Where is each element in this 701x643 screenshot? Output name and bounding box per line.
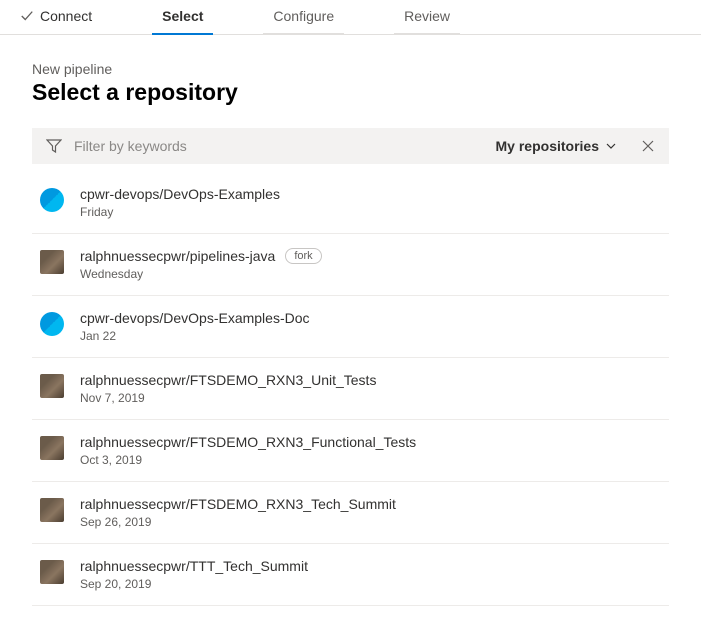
repo-name-row: ralphnuessecpwr/pipelines-java fork: [80, 248, 661, 264]
main-content: New pipeline Select a repository My repo…: [0, 35, 701, 626]
tab-select[interactable]: Select: [162, 0, 203, 34]
page-eyebrow: New pipeline: [32, 61, 669, 77]
repo-info: cpwr-devops/DevOps-Examples Friday: [80, 186, 661, 219]
repo-date: Nov 7, 2019: [80, 391, 661, 405]
tab-review: Review: [404, 0, 450, 34]
user-avatar-icon: [40, 436, 64, 460]
repo-date: Oct 3, 2019: [80, 453, 661, 467]
repo-name: ralphnuessecpwr/TTT_Tech_Summit: [80, 558, 308, 574]
inactive-underline: [263, 33, 344, 36]
repo-item[interactable]: ralphnuessecpwr/pipelines-java fork Wednes…: [32, 234, 669, 296]
fork-badge: fork: [285, 248, 321, 264]
repo-info: ralphnuessecpwr/FTSDEMO_RXN3_Functional_…: [80, 434, 661, 467]
repo-info: ralphnuessecpwr/FTSDEMO_RXN3_Unit_Tests N…: [80, 372, 661, 405]
repo-name: ralphnuessecpwr/FTSDEMO_RXN3_Functional_…: [80, 434, 416, 450]
repo-item[interactable]: cpwr-devops/DevOps-Examples-Doc Jan 22: [32, 296, 669, 358]
filter-icon: [46, 138, 62, 154]
chevron-down-icon: [605, 140, 617, 152]
tab-configure: Configure: [273, 0, 334, 34]
repo-item[interactable]: ralphnuessecpwr/TTT_Tech_Summit Sep 20, 2…: [32, 544, 669, 606]
filter-bar: My repositories: [32, 128, 669, 164]
scope-dropdown-label: My repositories: [496, 138, 599, 154]
tab-connect-label: Connect: [40, 8, 92, 24]
repo-name: cpwr-devops/DevOps-Examples-Doc: [80, 310, 310, 326]
page-title: Select a repository: [32, 79, 669, 106]
scope-dropdown[interactable]: My repositories: [496, 138, 617, 154]
close-button[interactable]: [641, 139, 655, 153]
user-avatar-icon: [40, 250, 64, 274]
repo-list: cpwr-devops/DevOps-Examples Friday ralphnu…: [32, 172, 669, 606]
repo-date: Jan 22: [80, 329, 661, 343]
repo-name: ralphnuessecpwr/FTSDEMO_RXN3_Unit_Tests: [80, 372, 376, 388]
repo-info: ralphnuessecpwr/pipelines-java fork Wednes…: [80, 248, 661, 281]
tab-review-label: Review: [404, 8, 450, 24]
active-underline: [152, 33, 213, 36]
close-icon: [641, 139, 655, 153]
tab-configure-label: Configure: [273, 8, 334, 24]
repo-name-row: cpwr-devops/DevOps-Examples-Doc: [80, 310, 661, 326]
user-avatar-icon: [40, 560, 64, 584]
repo-date: Wednesday: [80, 267, 661, 281]
repo-item[interactable]: ralphnuessecpwr/FTSDEMO_RXN3_Unit_Tests N…: [32, 358, 669, 420]
repo-name: cpwr-devops/DevOps-Examples: [80, 186, 280, 202]
checkmark-icon: [20, 9, 34, 23]
repo-name-row: cpwr-devops/DevOps-Examples: [80, 186, 661, 202]
repo-name: ralphnuessecpwr/pipelines-java: [80, 248, 275, 264]
repo-date: Sep 20, 2019: [80, 577, 661, 591]
wizard-steps: Connect Select Configure Review: [0, 0, 701, 35]
inactive-underline: [394, 33, 460, 36]
repo-info: ralphnuessecpwr/FTSDEMO_RXN3_Tech_Summit…: [80, 496, 661, 529]
repo-date: Friday: [80, 205, 661, 219]
repo-name-row: ralphnuessecpwr/FTSDEMO_RXN3_Tech_Summit: [80, 496, 661, 512]
repo-name-row: ralphnuessecpwr/FTSDEMO_RXN3_Functional_…: [80, 434, 661, 450]
user-avatar-icon: [40, 498, 64, 522]
repo-date: Sep 26, 2019: [80, 515, 661, 529]
org-avatar-icon: [40, 188, 64, 212]
repo-item[interactable]: ralphnuessecpwr/FTSDEMO_RXN3_Functional_…: [32, 420, 669, 482]
repo-info: cpwr-devops/DevOps-Examples-Doc Jan 22: [80, 310, 661, 343]
repo-item[interactable]: cpwr-devops/DevOps-Examples Friday: [32, 172, 669, 234]
org-avatar-icon: [40, 312, 64, 336]
repo-name-row: ralphnuessecpwr/TTT_Tech_Summit: [80, 558, 661, 574]
repo-name-row: ralphnuessecpwr/FTSDEMO_RXN3_Unit_Tests: [80, 372, 661, 388]
tab-connect[interactable]: Connect: [20, 0, 92, 34]
repo-info: ralphnuessecpwr/TTT_Tech_Summit Sep 20, 2…: [80, 558, 661, 591]
filter-input[interactable]: [74, 138, 484, 154]
tab-select-label: Select: [162, 8, 203, 24]
user-avatar-icon: [40, 374, 64, 398]
repo-item[interactable]: ralphnuessecpwr/FTSDEMO_RXN3_Tech_Summit…: [32, 482, 669, 544]
repo-name: ralphnuessecpwr/FTSDEMO_RXN3_Tech_Summit: [80, 496, 396, 512]
